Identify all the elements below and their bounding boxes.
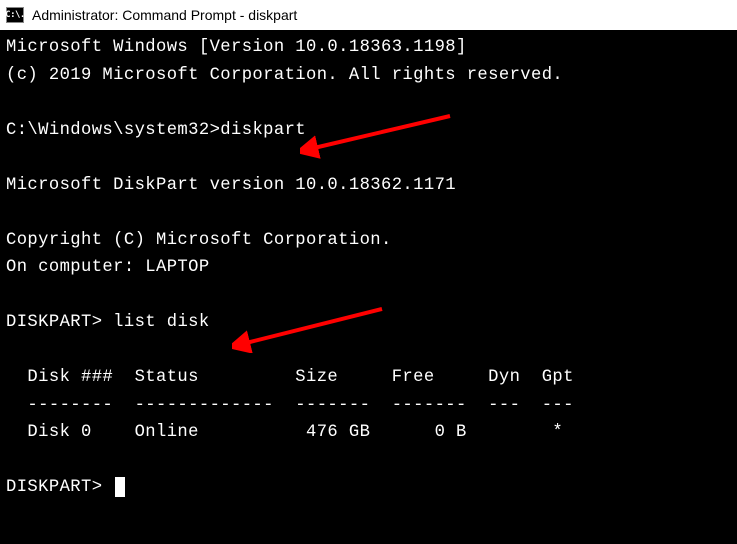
output-line: On computer: LAPTOP — [6, 258, 210, 277]
window-title: Administrator: Command Prompt - diskpart — [32, 7, 297, 23]
table-row: Disk 0 Online 476 GB 0 B * — [6, 423, 563, 442]
titlebar[interactable]: C:\. Administrator: Command Prompt - dis… — [0, 0, 737, 30]
output-line: Microsoft DiskPart version 10.0.18362.11… — [6, 176, 456, 195]
command-prompt-window: C:\. Administrator: Command Prompt - dis… — [0, 0, 737, 544]
annotation-arrow-icon — [232, 303, 392, 353]
diskpart-prompt: DISKPART> — [6, 478, 113, 497]
command-input: list disk — [113, 313, 209, 332]
output-line: Copyright (C) Microsoft Corporation. — [6, 231, 392, 250]
command-input: diskpart — [220, 121, 306, 140]
cursor — [115, 477, 125, 497]
table-header: Disk ### Status Size Free Dyn Gpt — [6, 368, 574, 387]
output-line: Microsoft Windows [Version 10.0.18363.11… — [6, 38, 467, 57]
prompt-path: C:\Windows\system32> — [6, 121, 220, 140]
table-divider: -------- ------------- ------- ------- -… — [6, 396, 574, 415]
diskpart-prompt: DISKPART> — [6, 313, 113, 332]
terminal-area[interactable]: Microsoft Windows [Version 10.0.18363.11… — [0, 30, 737, 544]
cmd-icon: C:\. — [6, 7, 24, 23]
cmd-icon-text: C:\. — [5, 10, 25, 20]
output-line: (c) 2019 Microsoft Corporation. All righ… — [6, 66, 563, 85]
annotation-arrow-icon — [300, 110, 460, 160]
